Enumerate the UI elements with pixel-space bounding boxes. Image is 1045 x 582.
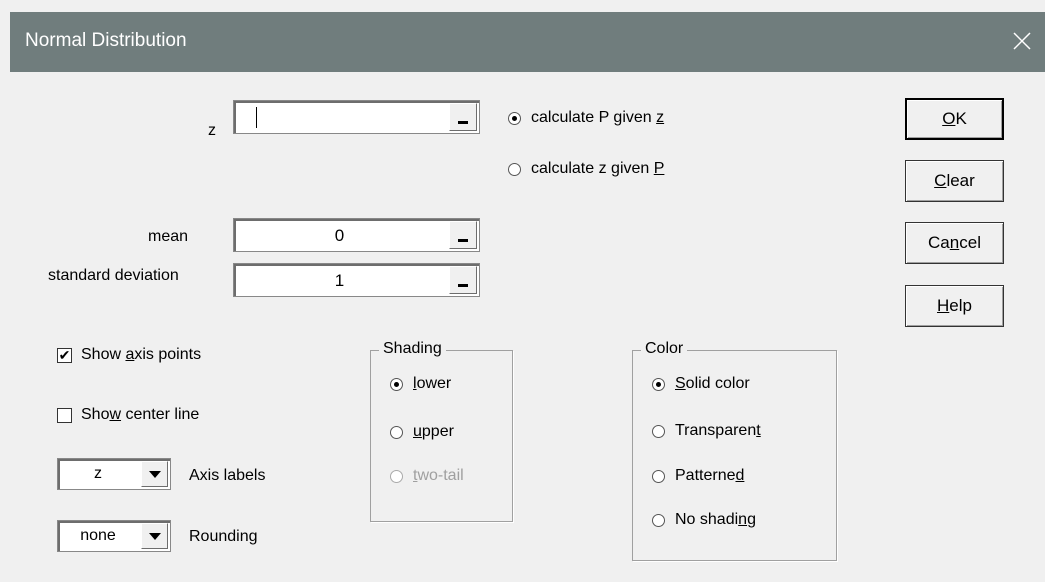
show-axis-points-checkbox[interactable]: ✔ Show axis points xyxy=(57,346,201,364)
radio-label: Patterned xyxy=(675,467,745,484)
close-icon[interactable] xyxy=(1007,26,1037,56)
shading-group-title: Shading xyxy=(379,340,446,358)
radio-indicator xyxy=(390,425,403,439)
radio-indicator xyxy=(652,377,665,391)
dialog-window: Normal Distribution z calculate P given … xyxy=(10,12,1045,582)
z-input[interactable] xyxy=(233,100,480,134)
radio-shading-lower[interactable]: lower xyxy=(390,375,451,393)
checkbox-label: Show center line xyxy=(81,406,200,423)
ok-button-label: OK xyxy=(942,109,967,128)
window-title: Normal Distribution xyxy=(25,30,187,51)
clear-button-label: Clear xyxy=(934,171,975,190)
z-label: z xyxy=(208,122,216,139)
chevron-down-icon[interactable] xyxy=(141,523,168,549)
z-reference-button[interactable] xyxy=(449,103,477,131)
rounding-dropdown[interactable]: none xyxy=(57,520,171,552)
radio-color-no-shading[interactable]: No shading xyxy=(652,511,756,529)
radio-label: lower xyxy=(413,375,452,392)
dropdown-value: none xyxy=(80,527,116,544)
radio-label: calculate z given P xyxy=(531,160,665,177)
mean-reference-button[interactable] xyxy=(449,221,477,249)
sd-label: standard deviation xyxy=(48,267,179,284)
radio-indicator xyxy=(390,377,403,391)
axis-labels-dropdown[interactable]: z xyxy=(57,458,171,490)
radio-calc-z-given-p[interactable]: calculate z given P xyxy=(508,160,664,178)
axis-labels-label: Axis labels xyxy=(189,467,266,484)
mean-label: mean xyxy=(148,228,189,245)
radio-shading-upper[interactable]: upper xyxy=(390,423,454,441)
dropdown-value: z xyxy=(94,465,102,482)
radio-indicator xyxy=(652,469,665,483)
radio-label: Solid color xyxy=(675,375,750,392)
rounding-label: Rounding xyxy=(189,528,258,545)
mean-input[interactable]: 0 xyxy=(233,218,480,252)
cancel-button[interactable]: Cancel xyxy=(905,222,1004,264)
sd-reference-button[interactable] xyxy=(449,266,477,294)
help-button[interactable]: Help xyxy=(905,285,1004,327)
radio-indicator xyxy=(652,513,665,527)
radio-label: calculate P given z xyxy=(531,109,665,126)
cancel-button-label: Cancel xyxy=(928,233,981,252)
radio-indicator xyxy=(508,111,521,125)
radio-label: two-tail xyxy=(413,467,464,484)
sd-value: 1 xyxy=(334,271,345,290)
checkbox-box xyxy=(57,407,72,423)
radio-color-patterned[interactable]: Patterned xyxy=(652,467,744,485)
radio-shading-two-tail: two-tail xyxy=(390,467,464,485)
color-group-title: Color xyxy=(641,340,688,358)
radio-indicator xyxy=(508,162,521,176)
title-bar: Normal Distribution xyxy=(10,12,1045,72)
ok-button[interactable]: OK xyxy=(905,98,1004,140)
checkmark-icon: ✔ xyxy=(57,346,72,363)
radio-label: Transparent xyxy=(675,422,761,439)
radio-color-solid[interactable]: Solid color xyxy=(652,375,750,393)
text-caret xyxy=(256,107,257,128)
sd-input[interactable]: 1 xyxy=(233,263,480,297)
mean-value: 0 xyxy=(334,226,345,245)
chevron-down-icon[interactable] xyxy=(141,461,168,487)
radio-label: No shading xyxy=(675,511,756,528)
show-center-line-checkbox[interactable]: Show center line xyxy=(57,406,199,424)
clear-button[interactable]: Clear xyxy=(905,160,1004,202)
radio-indicator xyxy=(390,469,403,483)
checkbox-label: Show axis points xyxy=(81,346,202,363)
radio-calc-p-given-z[interactable]: calculate P given z xyxy=(508,109,664,127)
help-button-label: Help xyxy=(937,296,972,315)
radio-indicator xyxy=(652,424,665,438)
radio-label: upper xyxy=(413,423,454,440)
radio-color-transparent[interactable]: Transparent xyxy=(652,422,761,440)
